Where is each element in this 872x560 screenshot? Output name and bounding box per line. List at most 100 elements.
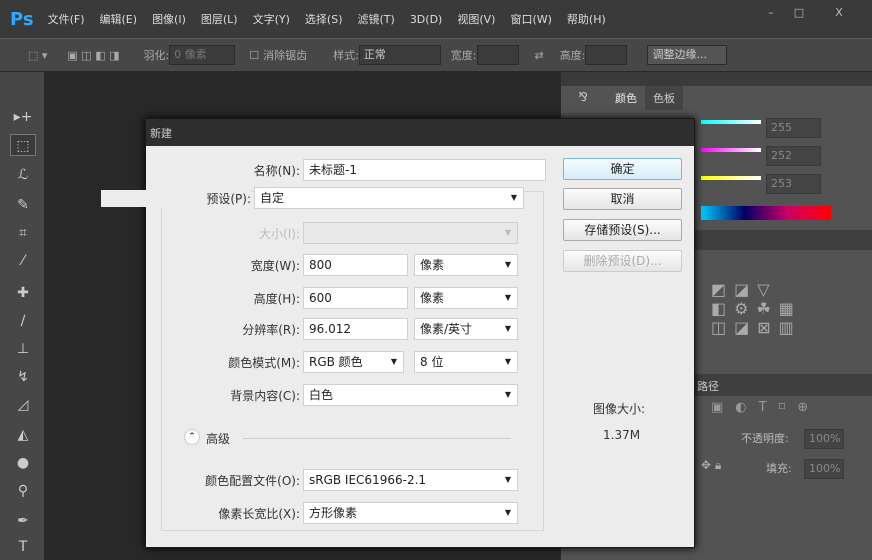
- image-size-value: 1.37M: [603, 428, 641, 442]
- save-preset-button[interactable]: 存储预设(S)...: [563, 219, 682, 241]
- menu-image[interactable]: 图像(I): [152, 11, 186, 27]
- history-brush-icon[interactable]: ↯: [10, 366, 36, 388]
- size-label: 大小(I):: [259, 227, 300, 241]
- background-value: 白色: [309, 388, 334, 402]
- menu-view[interactable]: 视图(V): [457, 11, 495, 27]
- history-panel-icon[interactable]: ⅋: [565, 90, 601, 120]
- antialias-label: 消除锯齿: [263, 49, 308, 62]
- color-ramp[interactable]: [701, 206, 831, 220]
- width-label: 宽度:: [450, 49, 477, 62]
- pixel-aspect-value: 方形像素: [309, 506, 358, 520]
- resolution-input[interactable]: 96.012: [303, 318, 408, 340]
- menu-type[interactable]: 文字(Y): [253, 11, 290, 27]
- height-label: 高度(H):: [253, 292, 300, 306]
- eraser-icon[interactable]: ◿: [10, 394, 36, 416]
- width-label: 宽度(W):: [250, 259, 300, 273]
- type-tool-icon[interactable]: T: [10, 536, 36, 558]
- marquee-tool-icon[interactable]: ⬚ ▾: [28, 49, 47, 62]
- dodge-tool-icon[interactable]: ⚲: [10, 480, 36, 502]
- adjustment-icons[interactable]: ◩◪▽ ◧⚙☘▦ ◫◪⊠▥: [711, 280, 802, 337]
- marquee-tool-icon[interactable]: ⬚: [10, 134, 36, 156]
- move-tool-icon[interactable]: ▸+: [10, 106, 36, 128]
- feather-input[interactable]: 0 像素: [169, 45, 236, 65]
- chevron-down-icon: ▼: [504, 357, 511, 366]
- menu-help[interactable]: 帮助(H): [567, 11, 606, 27]
- color-value-2[interactable]: 252: [766, 146, 821, 166]
- color-profile-select[interactable]: sRGB IEC61966-2.1 ▼: [303, 469, 518, 491]
- crop-tool-icon[interactable]: ⌗: [10, 222, 36, 244]
- layer-filter-icons[interactable]: ▣◐T⌑⊕: [711, 400, 820, 415]
- healing-brush-icon[interactable]: ✚: [10, 282, 36, 304]
- new-document-dialog: 新建 名称(N): 未标题-1 预设(P): 自定 ▼ 大小(I): ▼ 宽度(W…: [101, 118, 695, 548]
- fill-input[interactable]: 100%: [804, 459, 844, 479]
- delete-preset-button: 删除预设(D)...: [563, 250, 682, 272]
- refine-edge-button[interactable]: 调整边缘...: [647, 45, 728, 65]
- color-value-3[interactable]: 253: [766, 174, 821, 194]
- width-unit-select[interactable]: 像素 ▼: [414, 254, 518, 276]
- height-input[interactable]: [585, 45, 628, 65]
- menu-3d[interactable]: 3D(D): [410, 13, 443, 26]
- maximize-button[interactable]: □: [786, 4, 812, 22]
- menu-window[interactable]: 窗口(W): [510, 11, 551, 27]
- stamp-tool-icon[interactable]: ⊥: [10, 338, 36, 360]
- lock-icons[interactable]: ✥ 🔒︎: [701, 458, 721, 473]
- menu-select[interactable]: 选择(S): [305, 11, 343, 27]
- selection-mode-icons[interactable]: ▣ ◫ ◧ ◨: [67, 49, 119, 62]
- resolution-label: 分辨率(R):: [242, 323, 300, 337]
- width-input[interactable]: 800: [303, 254, 408, 276]
- color-profile-value: sRGB IEC61966-2.1: [309, 473, 427, 487]
- tab-swatches[interactable]: 色板: [645, 86, 683, 110]
- style-label: 样式:: [333, 49, 359, 62]
- color-value-1[interactable]: 255: [766, 118, 821, 138]
- antialias-checkbox[interactable]: ☐: [249, 49, 259, 62]
- eyedropper-icon[interactable]: ⁄: [10, 250, 36, 272]
- dialog-title: 新建: [146, 119, 694, 146]
- options-bar: ⬚ ▾ ▣ ◫ ◧ ◨ 羽化: 0 像素 ☐ 消除锯齿 样式: 正常 宽度: ⇄…: [0, 38, 872, 72]
- brush-tool-icon[interactable]: ∕: [10, 310, 36, 332]
- pixel-aspect-select[interactable]: 方形像素 ▼: [303, 502, 518, 524]
- resolution-unit-select[interactable]: 像素/英寸 ▼: [414, 318, 518, 340]
- menu-filter[interactable]: 滤镜(T): [358, 11, 395, 27]
- background-label: 背景内容(C):: [230, 389, 300, 403]
- feather-label: 羽化:: [143, 49, 170, 62]
- style-select[interactable]: 正常: [358, 45, 441, 65]
- bit-depth-value: 8 位: [420, 355, 444, 369]
- chevron-down-icon: ▼: [504, 324, 511, 333]
- chevron-down-icon: ▼: [504, 260, 511, 269]
- color-mode-select[interactable]: RGB 颜色 ▼: [303, 351, 404, 373]
- collapse-advanced-icon[interactable]: ⌃: [184, 429, 200, 445]
- bit-depth-select[interactable]: 8 位 ▼: [414, 351, 518, 373]
- image-size-label: 图像大小:: [593, 402, 646, 416]
- divider: [243, 438, 511, 439]
- close-button[interactable]: X: [826, 4, 852, 22]
- paint-bucket-icon[interactable]: ◭: [10, 424, 36, 446]
- menu-layer[interactable]: 图层(L): [201, 11, 238, 27]
- height-input[interactable]: 600: [303, 287, 408, 309]
- height-label: 高度:: [559, 49, 586, 62]
- preset-label: 预设(P):: [101, 190, 251, 207]
- pixel-aspect-label: 像素长宽比(X):: [218, 507, 300, 521]
- chevron-down-icon: ▼: [390, 357, 397, 366]
- menu-bar: Ps 文件(F) 编辑(E) 图像(I) 图层(L) 文字(Y) 选择(S) 滤…: [0, 0, 872, 38]
- width-input[interactable]: [476, 45, 519, 65]
- menu-file[interactable]: 文件(F): [48, 11, 85, 27]
- height-unit-select[interactable]: 像素 ▼: [414, 287, 518, 309]
- lasso-tool-icon[interactable]: ℒ: [10, 164, 36, 186]
- tab-color[interactable]: 颜色: [607, 86, 645, 110]
- cancel-button[interactable]: 取消: [563, 188, 682, 210]
- name-label: 名称(N):: [253, 164, 300, 178]
- name-input[interactable]: 未标题-1: [303, 159, 546, 181]
- blur-tool-icon[interactable]: ●: [10, 452, 36, 474]
- pen-tool-icon[interactable]: ✒: [10, 510, 36, 532]
- quick-select-icon[interactable]: ✎: [10, 194, 36, 216]
- ok-button[interactable]: 确定: [563, 158, 682, 180]
- swap-icon[interactable]: ⇄: [535, 49, 544, 62]
- preset-select[interactable]: 自定 ▼: [254, 187, 524, 209]
- opacity-input[interactable]: 100%: [804, 429, 844, 449]
- preset-value: 自定: [260, 191, 285, 205]
- background-select[interactable]: 白色 ▼: [303, 384, 518, 406]
- color-mode-label: 颜色模式(M):: [228, 356, 300, 370]
- minimize-button[interactable]: –: [758, 4, 784, 22]
- menu-edit[interactable]: 编辑(E): [100, 11, 138, 27]
- size-select: ▼: [303, 222, 518, 244]
